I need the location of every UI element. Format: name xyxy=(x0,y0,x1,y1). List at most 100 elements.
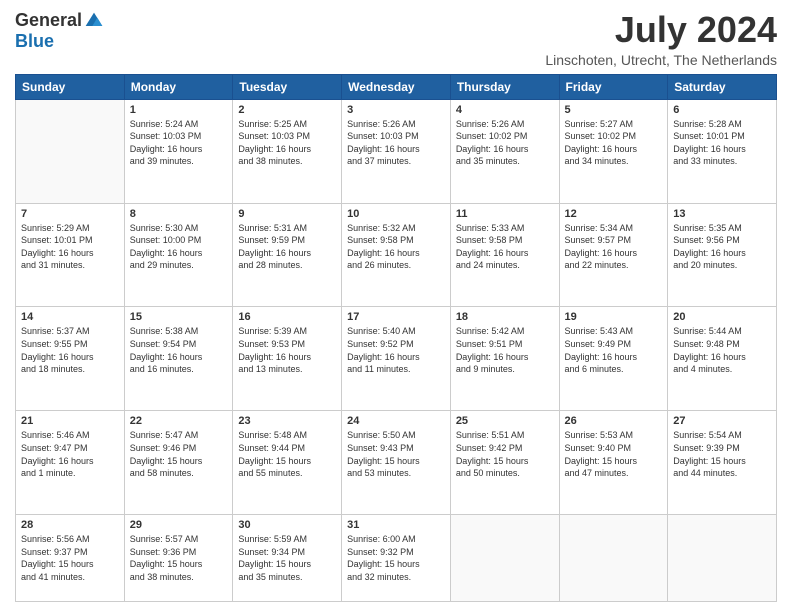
day-number: 13 xyxy=(673,208,771,220)
calendar-cell: 27Sunrise: 5:54 AM Sunset: 9:39 PM Dayli… xyxy=(668,411,777,515)
calendar-week-row: 14 Sunrise: 5:37 AM Sunset: 9:55 PM Dayli… xyxy=(16,307,777,411)
day-number: 4 xyxy=(456,104,554,116)
calendar-cell: 11 Sunrise: 5:33 AM Sunset: 9:58 PM Dayli… xyxy=(450,203,559,307)
day-number: 16 xyxy=(238,311,336,323)
calendar-cell: 14 Sunrise: 5:37 AM Sunset: 9:55 PM Dayli… xyxy=(16,307,125,411)
day-number: 17 xyxy=(347,311,445,323)
day-number: 8 xyxy=(130,208,228,220)
calendar-cell: 29 Sunrise: 5:57 AM Sunset: 9:36 PM Dayli… xyxy=(124,515,233,602)
calendar-cell: 20 Sunrise: 5:44 AM Sunset: 9:48 PM Dayli… xyxy=(668,307,777,411)
day-info: Sunrise: 5:40 AM Sunset: 9:52 PM Dayligh… xyxy=(347,325,445,375)
calendar-cell xyxy=(668,515,777,602)
calendar-week-row: 21 Sunrise: 5:46 AM Sunset: 9:47 PM Dayli… xyxy=(16,411,777,515)
calendar-cell: 28Sunrise: 5:56 AM Sunset: 9:37 PM Dayli… xyxy=(16,515,125,602)
day-info: Sunrise: 5:59 AM Sunset: 9:34 PM Dayligh… xyxy=(238,533,336,583)
calendar-table: SundayMondayTuesdayWednesdayThursdayFrid… xyxy=(15,74,777,602)
calendar-cell: 13 Sunrise: 5:35 AM Sunset: 9:56 PM Dayli… xyxy=(668,203,777,307)
day-number: 21 xyxy=(21,415,119,427)
day-number: 7 xyxy=(21,208,119,220)
day-info: Sunrise: 5:27 AM Sunset: 10:02 PM Daylig… xyxy=(565,118,663,168)
day-info: Sunrise: 5:34 AM Sunset: 9:57 PM Dayligh… xyxy=(565,222,663,272)
calendar-cell: 16 Sunrise: 5:39 AM Sunset: 9:53 PM Dayli… xyxy=(233,307,342,411)
day-info: Sunrise: 5:35 AM Sunset: 9:56 PM Dayligh… xyxy=(673,222,771,272)
logo-icon xyxy=(84,11,104,31)
calendar-cell: 17 Sunrise: 5:40 AM Sunset: 9:52 PM Dayli… xyxy=(342,307,451,411)
calendar-header-tuesday: Tuesday xyxy=(233,74,342,99)
day-number: 9 xyxy=(238,208,336,220)
day-info: Sunrise: 5:29 AM Sunset: 10:01 PM Daylig… xyxy=(21,222,119,272)
day-info: Sunrise: 5:42 AM Sunset: 9:51 PM Dayligh… xyxy=(456,325,554,375)
calendar-cell: 22 Sunrise: 5:47 AM Sunset: 9:46 PM Dayli… xyxy=(124,411,233,515)
day-info: Sunrise: 6:00 AM Sunset: 9:32 PM Dayligh… xyxy=(347,533,445,583)
calendar-header-row: SundayMondayTuesdayWednesdayThursdayFrid… xyxy=(16,74,777,99)
day-info: Sunrise: 5:30 AM Sunset: 10:00 PM Daylig… xyxy=(130,222,228,272)
calendar-cell: 15Sunrise: 5:38 AM Sunset: 9:54 PM Dayli… xyxy=(124,307,233,411)
day-number: 25 xyxy=(456,415,554,427)
day-number: 3 xyxy=(347,104,445,116)
day-info: Sunrise: 5:25 AM Sunset: 10:03 PM Daylig… xyxy=(238,118,336,168)
day-number: 26 xyxy=(565,415,663,427)
calendar-cell: 30Sunrise: 5:59 AM Sunset: 9:34 PM Dayli… xyxy=(233,515,342,602)
logo-blue-text: Blue xyxy=(15,31,54,52)
calendar-week-row: 7 Sunrise: 5:29 AM Sunset: 10:01 PM Dayli… xyxy=(16,203,777,307)
day-number: 11 xyxy=(456,208,554,220)
day-info: Sunrise: 5:57 AM Sunset: 9:36 PM Dayligh… xyxy=(130,533,228,583)
title-section: July 2024 Linschoten, Utrecht, The Nethe… xyxy=(545,10,777,68)
day-number: 14 xyxy=(21,311,119,323)
calendar-cell: 9 Sunrise: 5:31 AM Sunset: 9:59 PM Daylig… xyxy=(233,203,342,307)
calendar-header-saturday: Saturday xyxy=(668,74,777,99)
calendar-cell: 10 Sunrise: 5:32 AM Sunset: 9:58 PM Dayli… xyxy=(342,203,451,307)
calendar-header-monday: Monday xyxy=(124,74,233,99)
calendar-cell: 21 Sunrise: 5:46 AM Sunset: 9:47 PM Dayli… xyxy=(16,411,125,515)
day-info: Sunrise: 5:33 AM Sunset: 9:58 PM Dayligh… xyxy=(456,222,554,272)
calendar-cell: 19 Sunrise: 5:43 AM Sunset: 9:49 PM Dayli… xyxy=(559,307,668,411)
day-info: Sunrise: 5:32 AM Sunset: 9:58 PM Dayligh… xyxy=(347,222,445,272)
day-info: Sunrise: 5:50 AM Sunset: 9:43 PM Dayligh… xyxy=(347,429,445,479)
day-info: Sunrise: 5:46 AM Sunset: 9:47 PM Dayligh… xyxy=(21,429,119,479)
calendar-cell: 23 Sunrise: 5:48 AM Sunset: 9:44 PM Dayli… xyxy=(233,411,342,515)
day-info: Sunrise: 5:24 AM Sunset: 10:03 PM Daylig… xyxy=(130,118,228,168)
day-number: 10 xyxy=(347,208,445,220)
day-number: 20 xyxy=(673,311,771,323)
day-number: 29 xyxy=(130,519,228,531)
calendar-cell: 4Sunrise: 5:26 AM Sunset: 10:02 PM Dayli… xyxy=(450,99,559,203)
day-number: 22 xyxy=(130,415,228,427)
day-number: 23 xyxy=(238,415,336,427)
calendar-cell: 24 Sunrise: 5:50 AM Sunset: 9:43 PM Dayli… xyxy=(342,411,451,515)
calendar-cell: 26 Sunrise: 5:53 AM Sunset: 9:40 PM Dayli… xyxy=(559,411,668,515)
day-number: 2 xyxy=(238,104,336,116)
day-number: 1 xyxy=(130,104,228,116)
calendar-cell: 2 Sunrise: 5:25 AM Sunset: 10:03 PM Dayli… xyxy=(233,99,342,203)
calendar-cell: 8 Sunrise: 5:30 AM Sunset: 10:00 PM Dayli… xyxy=(124,203,233,307)
day-number: 19 xyxy=(565,311,663,323)
day-info: Sunrise: 5:43 AM Sunset: 9:49 PM Dayligh… xyxy=(565,325,663,375)
day-info: Sunrise: 5:44 AM Sunset: 9:48 PM Dayligh… xyxy=(673,325,771,375)
day-info: Sunrise: 5:28 AM Sunset: 10:01 PM Daylig… xyxy=(673,118,771,168)
month-year: July 2024 xyxy=(545,10,777,50)
day-info: Sunrise: 5:53 AM Sunset: 9:40 PM Dayligh… xyxy=(565,429,663,479)
location: Linschoten, Utrecht, The Netherlands xyxy=(545,52,777,68)
header: General Blue July 2024 Linschoten, Utrec… xyxy=(15,10,777,68)
day-info: Sunrise: 5:48 AM Sunset: 9:44 PM Dayligh… xyxy=(238,429,336,479)
day-number: 5 xyxy=(565,104,663,116)
day-info: Sunrise: 5:47 AM Sunset: 9:46 PM Dayligh… xyxy=(130,429,228,479)
calendar-header-sunday: Sunday xyxy=(16,74,125,99)
calendar-week-row: 1 Sunrise: 5:24 AM Sunset: 10:03 PM Dayli… xyxy=(16,99,777,203)
day-info: Sunrise: 5:31 AM Sunset: 9:59 PM Dayligh… xyxy=(238,222,336,272)
calendar-cell xyxy=(450,515,559,602)
day-info: Sunrise: 5:51 AM Sunset: 9:42 PM Dayligh… xyxy=(456,429,554,479)
day-info: Sunrise: 5:37 AM Sunset: 9:55 PM Dayligh… xyxy=(21,325,119,375)
calendar-cell xyxy=(559,515,668,602)
day-number: 28 xyxy=(21,519,119,531)
calendar-cell: 25 Sunrise: 5:51 AM Sunset: 9:42 PM Dayli… xyxy=(450,411,559,515)
day-info: Sunrise: 5:39 AM Sunset: 9:53 PM Dayligh… xyxy=(238,325,336,375)
calendar-cell: 6Sunrise: 5:28 AM Sunset: 10:01 PM Dayli… xyxy=(668,99,777,203)
calendar-cell: 12Sunrise: 5:34 AM Sunset: 9:57 PM Dayli… xyxy=(559,203,668,307)
day-info: Sunrise: 5:26 AM Sunset: 10:03 PM Daylig… xyxy=(347,118,445,168)
calendar-cell: 31 Sunrise: 6:00 AM Sunset: 9:32 PM Dayli… xyxy=(342,515,451,602)
page: General Blue July 2024 Linschoten, Utrec… xyxy=(0,0,792,612)
calendar-header-friday: Friday xyxy=(559,74,668,99)
logo: General Blue xyxy=(15,10,104,52)
day-number: 31 xyxy=(347,519,445,531)
day-number: 24 xyxy=(347,415,445,427)
